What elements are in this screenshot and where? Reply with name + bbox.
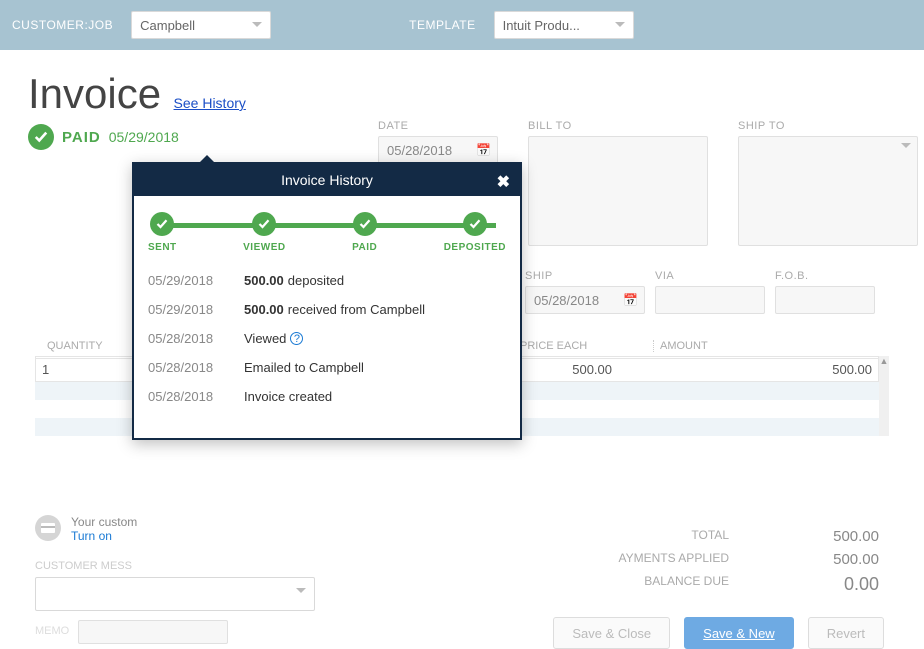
page-title: Invoice xyxy=(28,70,161,118)
cell-price[interactable]: 500.00 xyxy=(522,362,652,377)
caret-down-icon xyxy=(901,143,911,148)
check-icon xyxy=(252,212,276,236)
history-item: 05/29/2018 500.00 deposited xyxy=(148,273,506,288)
paid-date: 05/29/2018 xyxy=(109,129,179,145)
node-sent: SENT xyxy=(148,212,177,253)
template-label: TEMPLATE xyxy=(409,18,475,32)
payments-value: 500.00 xyxy=(779,551,879,568)
cc-hint-text: Your custom xyxy=(71,515,137,529)
paid-label: PAID xyxy=(62,129,101,146)
caret-down-icon xyxy=(296,588,306,593)
check-icon xyxy=(353,212,377,236)
history-list: 05/29/2018 500.00 deposited 05/29/2018 5… xyxy=(148,273,506,404)
history-item: 05/29/2018 500.00 received from Campbell xyxy=(148,302,506,317)
progress-track: SENT VIEWED PAID DEPOSITED xyxy=(148,212,506,253)
check-icon xyxy=(463,212,487,236)
scroll-up-icon[interactable]: ▲ xyxy=(880,356,889,366)
fob-label: F.O.B. xyxy=(775,270,875,282)
see-history-link[interactable]: See History xyxy=(174,95,246,111)
cust-msg-dropdown[interactable] xyxy=(35,577,315,611)
col-amount: AMOUNT xyxy=(653,340,883,352)
revert-button[interactable]: Revert xyxy=(808,617,884,649)
calendar-icon: 📅 xyxy=(623,293,638,307)
balance-value: 0.00 xyxy=(779,574,879,595)
node-paid: PAID xyxy=(352,212,377,253)
popup-header: Invoice History ✖ xyxy=(134,164,520,196)
save-close-button[interactable]: Save & Close xyxy=(553,617,670,649)
template-dropdown[interactable]: Intuit Produ... xyxy=(494,11,634,39)
info-icon[interactable]: ? xyxy=(290,332,303,345)
scrollbar[interactable]: ▲ xyxy=(879,356,889,436)
popup-title: Invoice History xyxy=(281,172,373,188)
total-value: 500.00 xyxy=(779,528,879,545)
ship-label: SHIP xyxy=(525,270,645,282)
template-value: Intuit Produ... xyxy=(503,18,580,33)
node-viewed: VIEWED xyxy=(243,212,285,253)
close-icon[interactable]: ✖ xyxy=(497,172,510,192)
caret-down-icon xyxy=(252,22,262,27)
cell-amount[interactable]: 500.00 xyxy=(652,362,872,377)
save-new-button[interactable]: Save & New xyxy=(684,617,794,649)
ship-date-input[interactable]: 05/28/2018 📅 xyxy=(525,286,645,314)
billto-input[interactable] xyxy=(528,136,708,246)
top-toolbar: CUSTOMER:JOB Campbell TEMPLATE Intuit Pr… xyxy=(0,0,924,50)
payments-label: AYMENTS APPLIED xyxy=(569,551,729,568)
history-item: 05/28/2018 Invoice created xyxy=(148,389,506,404)
credit-card-icon xyxy=(35,515,61,541)
shipping-fields: SHIP 05/28/2018 📅 VIA F.O.B. xyxy=(525,270,875,314)
turn-on-link[interactable]: Turn on xyxy=(71,529,112,543)
cust-msg-label: CUSTOMER MESS xyxy=(35,560,132,572)
date-label: DATE xyxy=(378,120,498,132)
caret-down-icon xyxy=(615,22,625,27)
popup-arrow xyxy=(198,155,216,164)
date-input[interactable]: 05/28/2018 📅 xyxy=(378,136,498,164)
total-label: TOTAL xyxy=(569,528,729,545)
totals-block: TOTAL 500.00 AYMENTS APPLIED 500.00 BALANC… xyxy=(569,528,879,595)
col-price-each: PRICE EACH xyxy=(513,340,653,352)
cell-qty[interactable]: 1 xyxy=(42,362,142,377)
invoice-form: Invoice See History PAID 05/29/2018 DATE… xyxy=(0,50,924,170)
payments-hint: Your custom Turn on xyxy=(35,515,137,543)
calendar-icon: 📅 xyxy=(476,143,491,157)
action-buttons: Save & Close Save & New Revert xyxy=(553,617,884,649)
shipto-input[interactable] xyxy=(738,136,918,246)
history-item: 05/28/2018 Emailed to Campbell xyxy=(148,360,506,375)
col-quantity: QUANTITY xyxy=(41,340,141,352)
billto-label: BILL TO xyxy=(528,120,708,132)
via-dropdown[interactable] xyxy=(655,286,765,314)
check-icon xyxy=(150,212,174,236)
customer-dropdown[interactable]: Campbell xyxy=(131,11,271,39)
node-deposited: DEPOSITED xyxy=(444,212,506,253)
balance-label: BALANCE DUE xyxy=(569,574,729,595)
invoice-history-popup: Invoice History ✖ SENT VIEWED PAID DEPOS… xyxy=(132,162,522,440)
memo-input[interactable] xyxy=(78,620,228,644)
customer-value: Campbell xyxy=(140,18,195,33)
via-label: VIA xyxy=(655,270,765,282)
customer-label: CUSTOMER:JOB xyxy=(12,18,113,32)
fob-input[interactable] xyxy=(775,286,875,314)
shipto-label: SHIP TO xyxy=(738,120,918,132)
memo-label: MEMO xyxy=(35,625,69,637)
paid-check-icon xyxy=(28,124,54,150)
history-item: 05/28/2018 Viewed? xyxy=(148,331,506,346)
